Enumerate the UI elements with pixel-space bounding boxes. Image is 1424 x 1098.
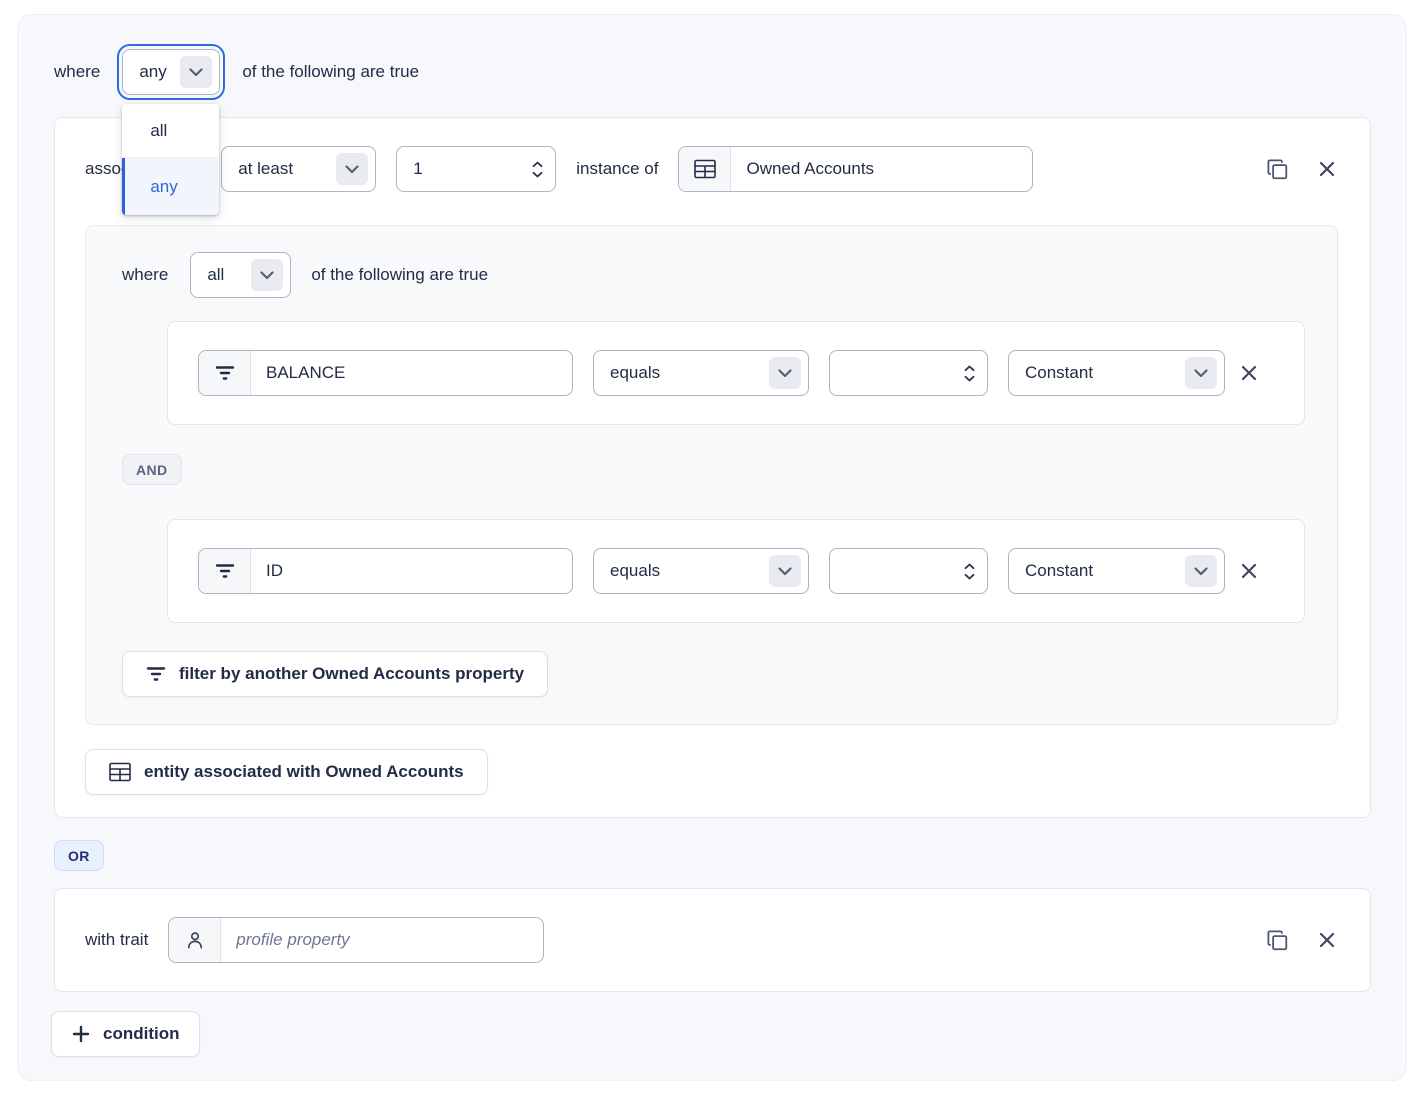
value-type: Constant — [1009, 363, 1093, 383]
chevron-down-icon — [180, 56, 212, 88]
close-icon[interactable] — [1240, 364, 1258, 382]
root-operator-select[interactable]: any — [122, 49, 220, 95]
subgroup-header: where all of the following are true — [122, 252, 1303, 298]
subgroup-suffix: of the following are true — [311, 265, 488, 285]
instance-of-label: instance of — [576, 159, 658, 179]
stepper-arrows[interactable] — [532, 161, 543, 178]
root-group-header: where any all any of the following are t… — [54, 49, 1370, 95]
value-input[interactable] — [829, 548, 988, 594]
add-condition-button[interactable]: condition — [51, 1011, 200, 1057]
chevron-down-icon — [251, 259, 283, 291]
count-input[interactable]: 1 — [396, 146, 556, 192]
stepper-arrows[interactable] — [964, 365, 975, 382]
add-condition-label: condition — [103, 1024, 179, 1044]
close-icon[interactable] — [1240, 562, 1258, 580]
filter-icon — [199, 351, 251, 395]
chevron-down-icon — [1185, 555, 1217, 587]
or-badge: OR — [54, 840, 104, 871]
subgroup-operator-value: all — [191, 265, 224, 285]
trait-input[interactable] — [221, 918, 521, 962]
property-field[interactable]: ID — [198, 548, 573, 594]
root-operator-menu: all any — [122, 104, 219, 215]
close-icon[interactable] — [1318, 931, 1336, 949]
entity-card-actions — [1266, 158, 1340, 181]
operator-select[interactable]: equals — [593, 548, 809, 594]
trait-input-wrap — [168, 917, 544, 963]
chevron-down-icon — [1185, 357, 1217, 389]
quantifier-value: at least — [222, 159, 293, 179]
root-operator-value: any — [123, 62, 166, 82]
root-operator-select-wrap: any all any — [122, 49, 220, 95]
filter-icon — [146, 666, 166, 682]
property-field[interactable]: BALANCE — [198, 350, 573, 396]
stepper-arrows[interactable] — [964, 563, 975, 580]
chevron-down-icon — [336, 153, 368, 185]
operator-value: equals — [594, 561, 660, 581]
entity-associated-label: entity associated with Owned Accounts — [144, 762, 464, 782]
menu-item-any[interactable]: any — [122, 158, 219, 215]
nested-condition-group: where all of the following are true BALA… — [85, 225, 1338, 725]
subgroup-operator-select[interactable]: all — [190, 252, 291, 298]
and-badge: AND — [122, 454, 182, 485]
table-icon — [679, 147, 731, 191]
chevron-down-icon — [769, 555, 801, 587]
count-value: 1 — [397, 159, 422, 179]
add-property-filter-button[interactable]: filter by another Owned Accounts propert… — [122, 651, 548, 697]
value-type-select[interactable]: Constant — [1008, 350, 1225, 396]
with-trait-label: with trait — [85, 930, 148, 950]
entity-associated-button[interactable]: entity associated with Owned Accounts — [85, 749, 488, 795]
root-group-suffix: of the following are true — [242, 62, 419, 82]
value-type-select[interactable]: Constant — [1008, 548, 1225, 594]
operator-select[interactable]: equals — [593, 350, 809, 396]
entity-value: Owned Accounts — [731, 159, 874, 179]
condition-row: ID equals Constant — [167, 519, 1305, 623]
property-value: ID — [251, 561, 283, 581]
entity-condition-card: associated with at least 1 instance of — [54, 117, 1371, 818]
entity-select[interactable]: Owned Accounts — [678, 146, 1033, 192]
copy-icon[interactable] — [1266, 929, 1289, 952]
where-label: where — [54, 62, 100, 82]
trait-card-actions — [1266, 929, 1340, 952]
property-value: BALANCE — [251, 363, 345, 383]
where-label: where — [122, 265, 168, 285]
entity-condition-row: associated with at least 1 instance of — [85, 146, 1340, 192]
quantifier-select[interactable]: at least — [221, 146, 376, 192]
filter-icon — [199, 549, 251, 593]
trait-condition-card: with trait — [54, 888, 1371, 992]
copy-icon[interactable] — [1266, 158, 1289, 181]
add-property-filter-label: filter by another Owned Accounts propert… — [179, 664, 524, 684]
person-icon — [169, 918, 221, 962]
value-type: Constant — [1009, 561, 1093, 581]
close-icon[interactable] — [1318, 160, 1336, 178]
table-icon — [109, 762, 131, 782]
condition-row: BALANCE equals Constant — [167, 321, 1305, 425]
menu-item-all[interactable]: all — [122, 104, 219, 158]
audience-condition-builder: where any all any of the following are t… — [17, 14, 1407, 1081]
value-input[interactable] — [829, 350, 988, 396]
operator-value: equals — [594, 363, 660, 383]
plus-icon — [72, 1025, 90, 1043]
chevron-down-icon — [769, 357, 801, 389]
